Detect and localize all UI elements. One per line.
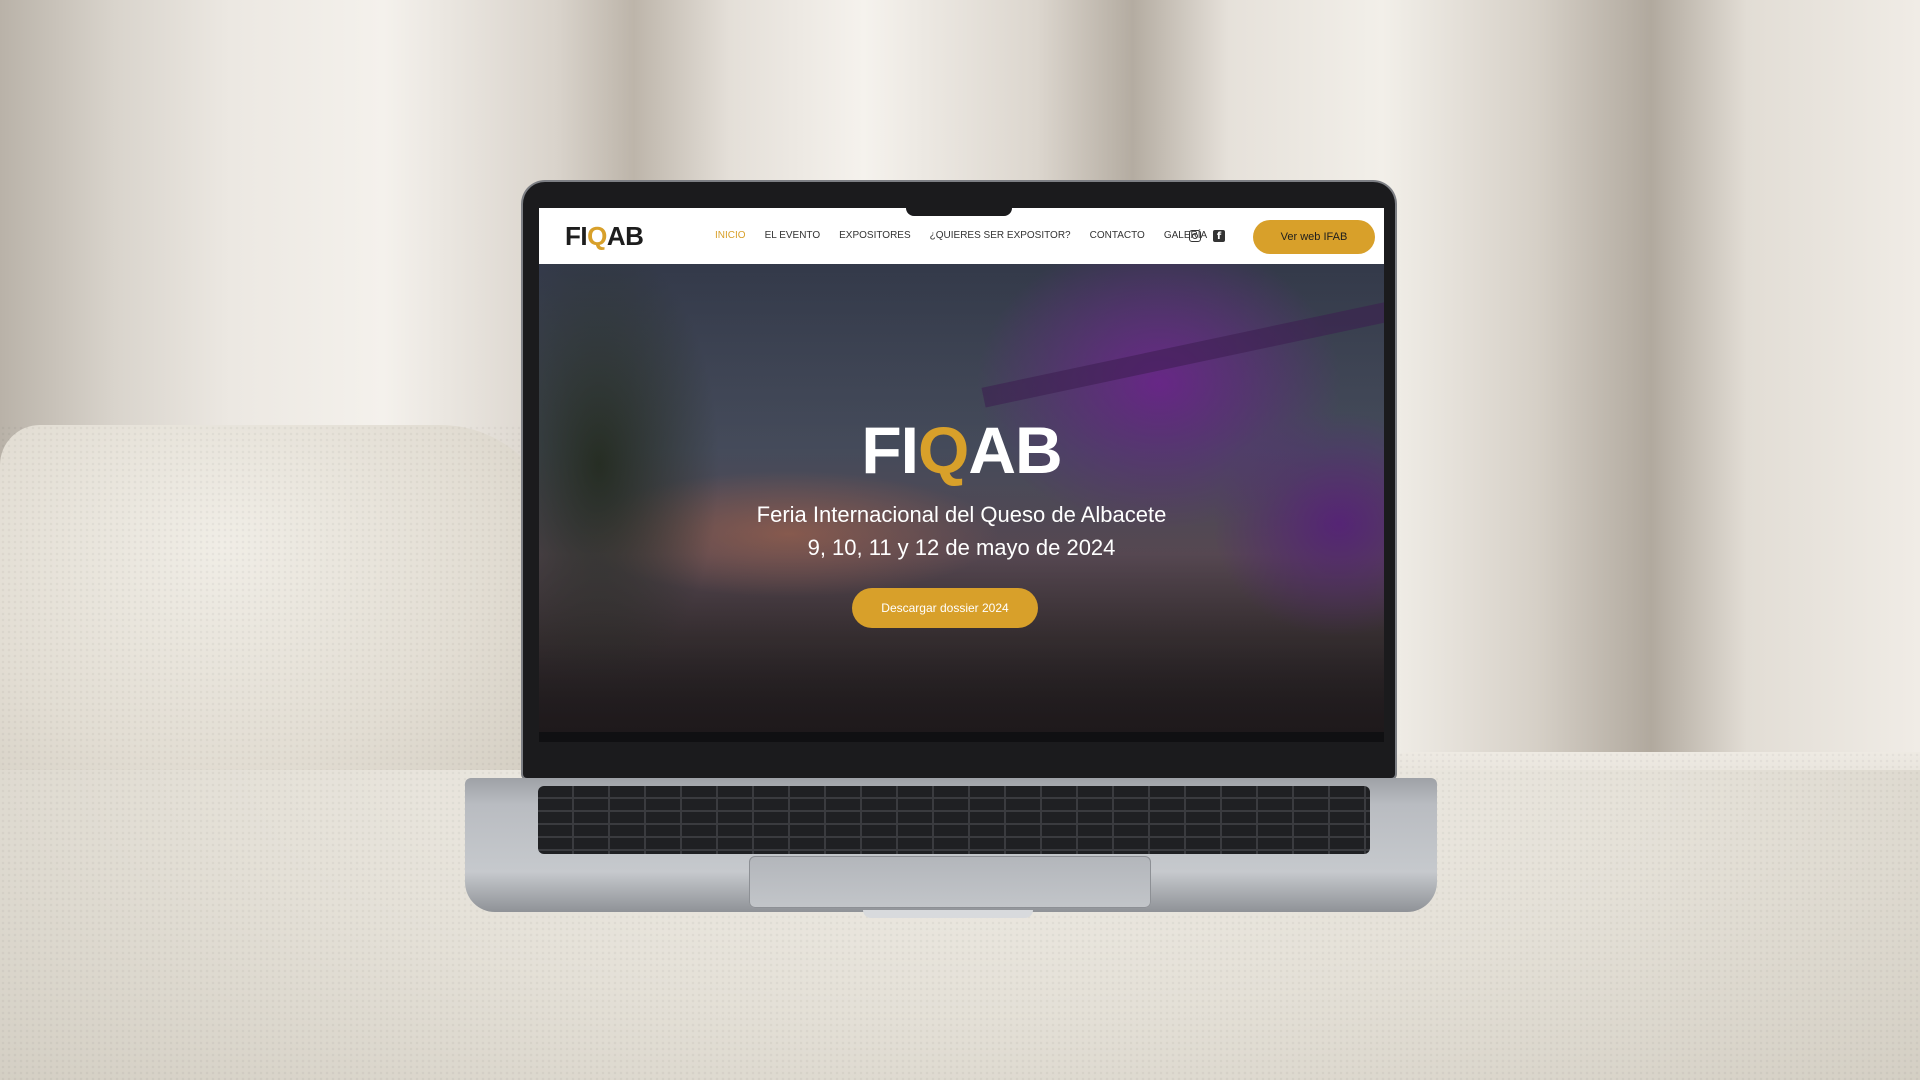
download-dossier-button[interactable]: Descargar dossier 2024 bbox=[852, 588, 1038, 628]
hero-subtitle: Feria Internacional del Queso de Albacet… bbox=[756, 502, 1167, 527]
instagram-icon[interactable] bbox=[1189, 230, 1201, 242]
hero-title: FIQAB bbox=[861, 413, 1062, 487]
hero-section: FIQAB Feria Internacional del Queso de A… bbox=[539, 264, 1384, 732]
laptop-trackpad bbox=[749, 856, 1151, 908]
laptop-screen: FIQAB INICIO EL EVENTO EXPOSITORES ¿QUIE… bbox=[539, 208, 1384, 732]
nav-item-inicio[interactable]: INICIO bbox=[715, 230, 746, 241]
laptop-front-lip bbox=[863, 910, 1033, 918]
nav-item-quieres-ser-expositor[interactable]: ¿QUIERES SER EXPOSITOR? bbox=[930, 230, 1071, 241]
nav-item-expositores[interactable]: EXPOSITORES bbox=[839, 230, 911, 241]
laptop-keyboard bbox=[538, 786, 1370, 854]
facebook-icon[interactable]: f bbox=[1213, 230, 1225, 242]
site-logo[interactable]: FIQAB bbox=[565, 221, 644, 252]
screen-bezel-bottom bbox=[539, 732, 1384, 742]
hero-background-crowd bbox=[539, 644, 1384, 732]
hero-background-detail bbox=[981, 300, 1384, 408]
ver-web-ifab-button[interactable]: Ver web IFAB bbox=[1253, 220, 1375, 254]
nav-item-contacto[interactable]: CONTACTO bbox=[1090, 230, 1145, 241]
main-nav: INICIO EL EVENTO EXPOSITORES ¿QUIERES SE… bbox=[715, 230, 1226, 241]
nav-item-el-evento[interactable]: EL EVENTO bbox=[765, 230, 821, 241]
hero-dates: 9, 10, 11 y 12 de mayo de 2024 bbox=[807, 535, 1116, 560]
site-header: FIQAB INICIO EL EVENTO EXPOSITORES ¿QUIE… bbox=[539, 208, 1384, 264]
sofa-armrest bbox=[0, 425, 560, 825]
camera-notch bbox=[906, 200, 1012, 216]
